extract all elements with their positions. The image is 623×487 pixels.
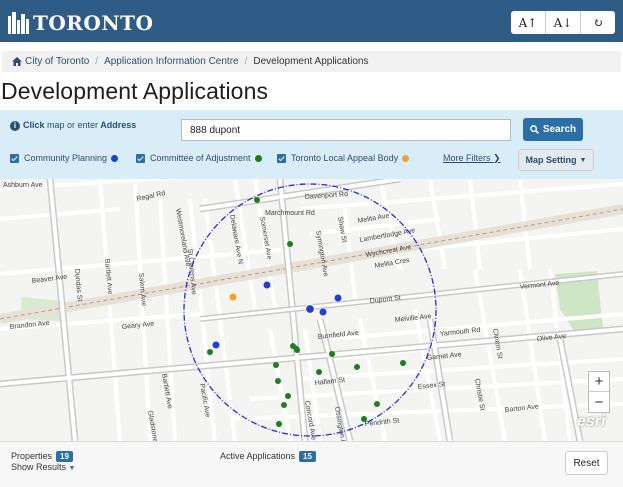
search-button[interactable]: Search <box>523 118 583 141</box>
esri-logo: esri <box>577 413 606 430</box>
filter-label: Toronto Local Appeal Body <box>291 153 399 163</box>
street-label: Melita Cres <box>374 257 411 270</box>
marker-committee-adjustment[interactable] <box>285 393 291 399</box>
street-label: Garnet Ave <box>426 351 462 362</box>
legend-dot-orange <box>402 154 410 162</box>
breadcrumb-separator: / <box>244 56 248 67</box>
show-results-toggle[interactable]: Show Results ▼ <box>11 462 75 472</box>
zoom-out-button[interactable]: − <box>589 392 609 412</box>
marker-committee-adjustment[interactable] <box>374 401 380 407</box>
map-svg: Ashburn Ave Regal Rd Davenport Rd Marchm… <box>0 179 623 441</box>
legend-dot-blue <box>111 154 119 162</box>
more-filters-link[interactable]: More Filters ❯ <box>443 153 501 164</box>
decrease-font-button[interactable]: A↓ <box>546 11 581 34</box>
marker-committee-adjustment[interactable] <box>361 416 367 422</box>
toronto-logo[interactable]: TORONTO <box>8 8 153 34</box>
map-canvas[interactable]: Ashburn Ave Regal Rd Davenport Rd Marchm… <box>0 179 623 441</box>
filter-label: Committee of Adjustment <box>150 153 251 163</box>
street-label: Salem Ave <box>137 273 147 307</box>
marker-committee-adjustment[interactable] <box>254 197 260 203</box>
filter-committee-of-adjustment[interactable]: Committee of Adjustment <box>136 153 262 163</box>
breadcrumb-aic[interactable]: Application Information Centre <box>104 56 239 67</box>
marker-committee-adjustment[interactable] <box>316 369 322 375</box>
city-hall-icon <box>8 12 29 34</box>
checkbox[interactable] <box>277 153 286 163</box>
street-label: Geary Ave <box>121 321 154 331</box>
breadcrumb-current: Development Applications <box>253 56 369 67</box>
street-label: Ashburn Ave <box>3 182 43 189</box>
legend-dot-green <box>254 154 262 162</box>
marker-committee-adjustment[interactable] <box>276 421 282 427</box>
marker-local-appeal-body[interactable] <box>229 293 237 301</box>
checkbox[interactable] <box>136 153 145 163</box>
street-label: Melita Ave <box>357 212 390 224</box>
reset-button[interactable]: Reset <box>565 451 608 475</box>
marker-community-planning[interactable] <box>263 281 271 289</box>
increase-font-button[interactable]: A↑ <box>511 11 546 34</box>
active-applications-count: Active Applications 15 <box>220 451 316 462</box>
zoom-in-button[interactable]: + <box>589 372 609 392</box>
search-icon <box>529 125 539 134</box>
marker-community-planning[interactable] <box>334 294 342 302</box>
page-title: Development Applications <box>1 78 269 104</box>
marker-committee-adjustment[interactable] <box>354 364 360 370</box>
search-hint: i Click map or enter Address <box>10 120 136 131</box>
street-label: Somerset Ave <box>258 216 272 260</box>
marker-committee-adjustment[interactable] <box>275 378 281 384</box>
street-label: Christie St <box>473 378 486 411</box>
street-label: Melville Ave <box>394 313 431 324</box>
filter-local-appeal-body[interactable]: Toronto Local Appeal Body <box>277 153 410 163</box>
info-icon: i <box>10 121 20 131</box>
zoom-control: + − <box>588 371 610 413</box>
marker-committee-adjustment[interactable] <box>281 402 287 408</box>
breadcrumb-home[interactable]: City of Toronto <box>25 56 89 67</box>
chevron-right-icon: ❯ <box>493 153 501 163</box>
active-badge: 15 <box>299 451 316 462</box>
marker-committee-adjustment[interactable] <box>329 351 335 357</box>
street-label: Marchmount Rd <box>265 210 315 217</box>
top-header: TORONTO A↑ A↓ ↻ <box>0 0 623 42</box>
font-tools: A↑ A↓ ↻ <box>511 11 615 34</box>
marker-committee-adjustment[interactable] <box>273 362 279 368</box>
checkbox[interactable] <box>10 153 19 163</box>
caret-down-icon: ▼ <box>68 465 76 472</box>
logo-text: TORONTO <box>33 11 154 35</box>
filter-community-planning[interactable]: Community Planning <box>10 153 119 163</box>
marker-community-planning[interactable] <box>212 341 220 349</box>
properties-count: Properties 19 <box>11 451 73 462</box>
marker-committee-adjustment[interactable] <box>293 345 299 351</box>
street-label: Brandon Ave <box>9 320 50 331</box>
street-label: Dupont St <box>369 295 401 305</box>
marker-committee-adjustment[interactable] <box>287 241 293 247</box>
breadcrumb-separator: / <box>95 56 99 67</box>
breadcrumb: City of Toronto / Application Informatio… <box>2 51 621 72</box>
home-icon <box>12 57 22 66</box>
street-label: Dundas St <box>73 269 83 302</box>
caret-down-icon: ▼ <box>579 156 587 164</box>
refresh-button[interactable]: ↻ <box>581 11 615 34</box>
street-label: Barton Ave <box>504 403 539 414</box>
marker-committee-adjustment[interactable] <box>207 349 213 355</box>
marker-committee-adjustment[interactable] <box>400 360 406 366</box>
results-footer <box>0 441 623 487</box>
filter-label: Community Planning <box>24 153 108 163</box>
properties-badge: 19 <box>56 451 73 462</box>
map-setting-dropdown[interactable]: Map Setting ▼ <box>518 149 594 171</box>
address-input[interactable] <box>181 119 511 141</box>
marker-community-planning[interactable] <box>319 308 327 316</box>
street-label: Symington Ave <box>314 230 329 277</box>
